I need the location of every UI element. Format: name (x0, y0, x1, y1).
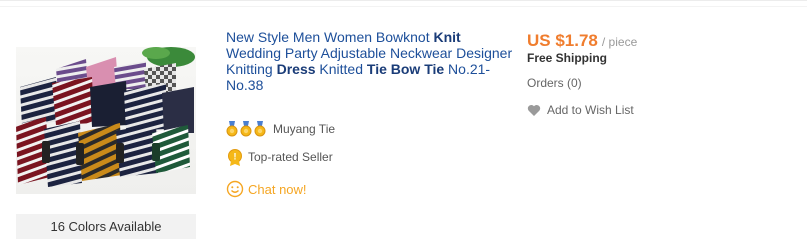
title-segment[interactable]: Knitted (316, 61, 367, 77)
price-value: US $1.78 (527, 31, 598, 50)
add-to-wishlist-label[interactable]: Add to Wish List (547, 103, 634, 117)
title-keyword[interactable]: Knit (434, 29, 461, 45)
top-divider-secondary (0, 6, 807, 7)
title-keyword[interactable]: Dress (277, 61, 316, 77)
title-keyword[interactable]: Tie Bow Tie (367, 61, 444, 77)
seller-row: Muyang Tie (226, 120, 335, 138)
seller-name-link[interactable]: Muyang Tie (273, 122, 335, 136)
bow-ties-illustration (16, 47, 195, 187)
product-title-link[interactable]: New Style Men Women Bowknot Knit Wedding… (226, 29, 516, 93)
top-rated-row: ! Top-rated Seller (226, 148, 333, 166)
gold-medal-icon (254, 121, 266, 137)
svg-text:!: ! (234, 152, 237, 162)
add-to-wishlist-button[interactable]: Add to Wish List (527, 103, 634, 117)
top-rated-medal-icon: ! (228, 149, 242, 166)
free-shipping-label: Free Shipping (527, 51, 608, 65)
price-unit: / piece (601, 35, 638, 49)
product-image[interactable] (16, 47, 196, 194)
top-divider (0, 0, 807, 1)
gold-medal-icon (240, 121, 252, 137)
seller-medals (226, 121, 268, 137)
price-block: US $1.78 / piece (527, 31, 637, 51)
chat-now-button[interactable]: Chat now! (226, 180, 307, 198)
orders-count[interactable]: Orders (0) (527, 76, 582, 90)
chat-smiley-icon (226, 180, 244, 198)
chat-now-label[interactable]: Chat now! (248, 182, 307, 197)
gold-medal-icon (226, 121, 238, 137)
top-rated-label: Top-rated Seller (248, 150, 333, 164)
title-segment[interactable]: New Style Men Women Bowknot (226, 29, 434, 45)
heart-icon (527, 104, 541, 116)
colors-available-label[interactable]: 16 Colors Available (16, 214, 196, 239)
